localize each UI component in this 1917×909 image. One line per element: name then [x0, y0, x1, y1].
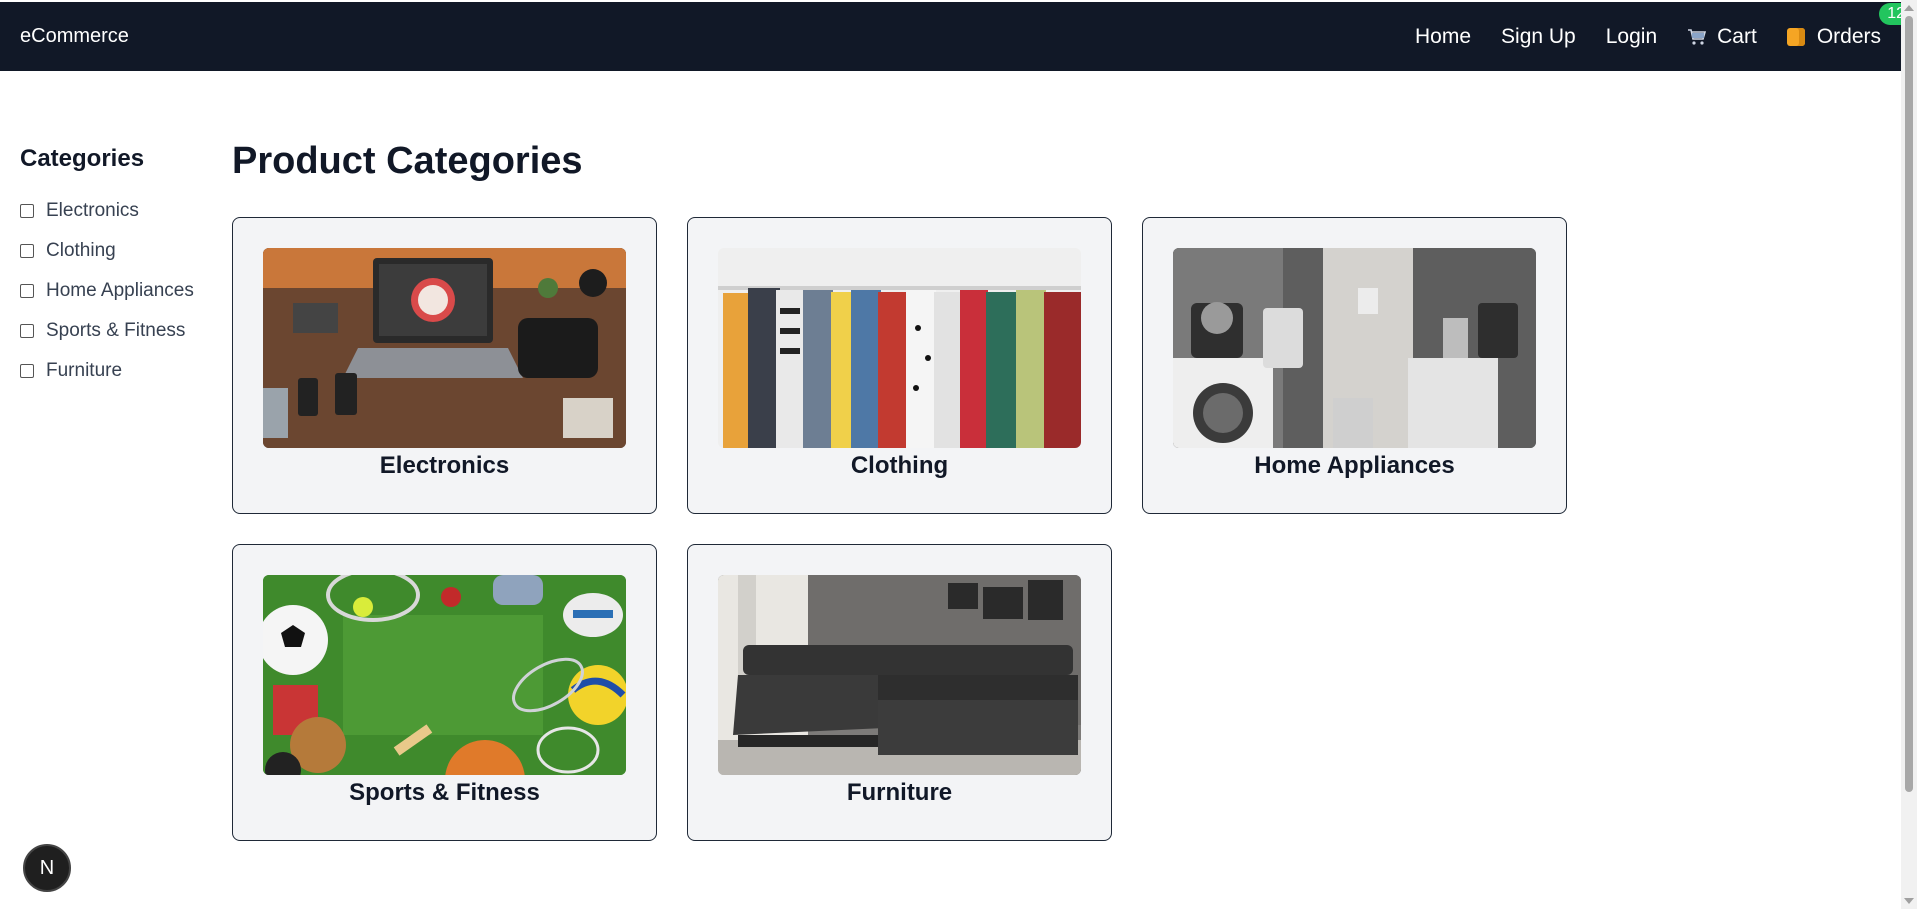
filter-furniture[interactable]: Furniture — [20, 351, 220, 391]
filter-checkbox[interactable] — [20, 324, 34, 338]
filter-label: Electronics — [46, 200, 139, 221]
main-content: Product Categories Electronics Clothing … — [232, 140, 1567, 841]
filter-home-appliances[interactable]: Home Appliances — [20, 271, 220, 311]
nav-home-link[interactable]: Home — [1415, 25, 1471, 49]
nav-links: Home Sign Up Login Cart Orders 12 — [1385, 2, 1913, 71]
card-label: Electronics — [379, 452, 510, 479]
nav-cart-label: Cart — [1717, 24, 1757, 48]
filter-label: Sports & Fitness — [46, 320, 186, 341]
furniture-image — [718, 575, 1081, 775]
nav-orders-link[interactable]: Orders 12 — [1786, 2, 1913, 49]
category-grid: Electronics Clothing Home Appliances Spo… — [232, 217, 1567, 841]
filter-checkbox[interactable] — [20, 284, 34, 298]
card-label: Home Appliances — [1254, 452, 1455, 479]
electronics-image — [263, 248, 626, 448]
card-label: Clothing — [850, 452, 949, 479]
scroll-thumb[interactable] — [1905, 16, 1913, 792]
card-label: Sports & Fitness — [349, 779, 540, 806]
sports-fitness-image — [263, 575, 626, 775]
filter-sports-fitness[interactable]: Sports & Fitness — [20, 311, 220, 351]
package-icon — [1786, 27, 1805, 46]
filter-checkbox[interactable] — [20, 244, 34, 258]
top-navbar: eCommerce Home Sign Up Login Cart Orders… — [0, 2, 1913, 71]
filter-checkbox[interactable] — [20, 364, 34, 378]
nav-signup-link[interactable]: Sign Up — [1501, 25, 1576, 49]
nav-login-link[interactable]: Login — [1606, 25, 1657, 49]
category-card-electronics[interactable]: Electronics — [232, 217, 657, 514]
filter-checkbox[interactable] — [20, 204, 34, 218]
filter-label: Home Appliances — [46, 280, 194, 301]
scroll-down-arrow[interactable] — [1904, 898, 1914, 904]
cart-icon — [1688, 28, 1707, 45]
clothing-image — [718, 248, 1081, 448]
filter-electronics[interactable]: Electronics — [20, 191, 220, 231]
dev-tools-button[interactable]: N — [23, 844, 71, 892]
filter-clothing[interactable]: Clothing — [20, 231, 220, 271]
nav-cart-link[interactable]: Cart — [1687, 25, 1757, 49]
filter-label: Clothing — [46, 240, 116, 261]
category-card-home-appliances[interactable]: Home Appliances — [1142, 217, 1567, 514]
page-title: Product Categories — [232, 140, 583, 182]
category-filter-sidebar: Categories Electronics Clothing Home App… — [20, 145, 220, 391]
category-card-clothing[interactable]: Clothing — [687, 217, 1112, 514]
card-label: Furniture — [846, 779, 953, 806]
page-scrollbar[interactable] — [1901, 0, 1917, 909]
category-card-sports-fitness[interactable]: Sports & Fitness — [232, 544, 657, 841]
filter-label: Furniture — [46, 360, 123, 381]
scroll-up-arrow[interactable] — [1904, 5, 1914, 11]
nav-orders-label: Orders — [1816, 24, 1881, 48]
brand-logo[interactable]: eCommerce — [20, 25, 129, 48]
sidebar-title: Categories — [20, 145, 145, 172]
category-card-furniture[interactable]: Furniture — [687, 544, 1112, 841]
home-appliances-image — [1173, 248, 1536, 448]
